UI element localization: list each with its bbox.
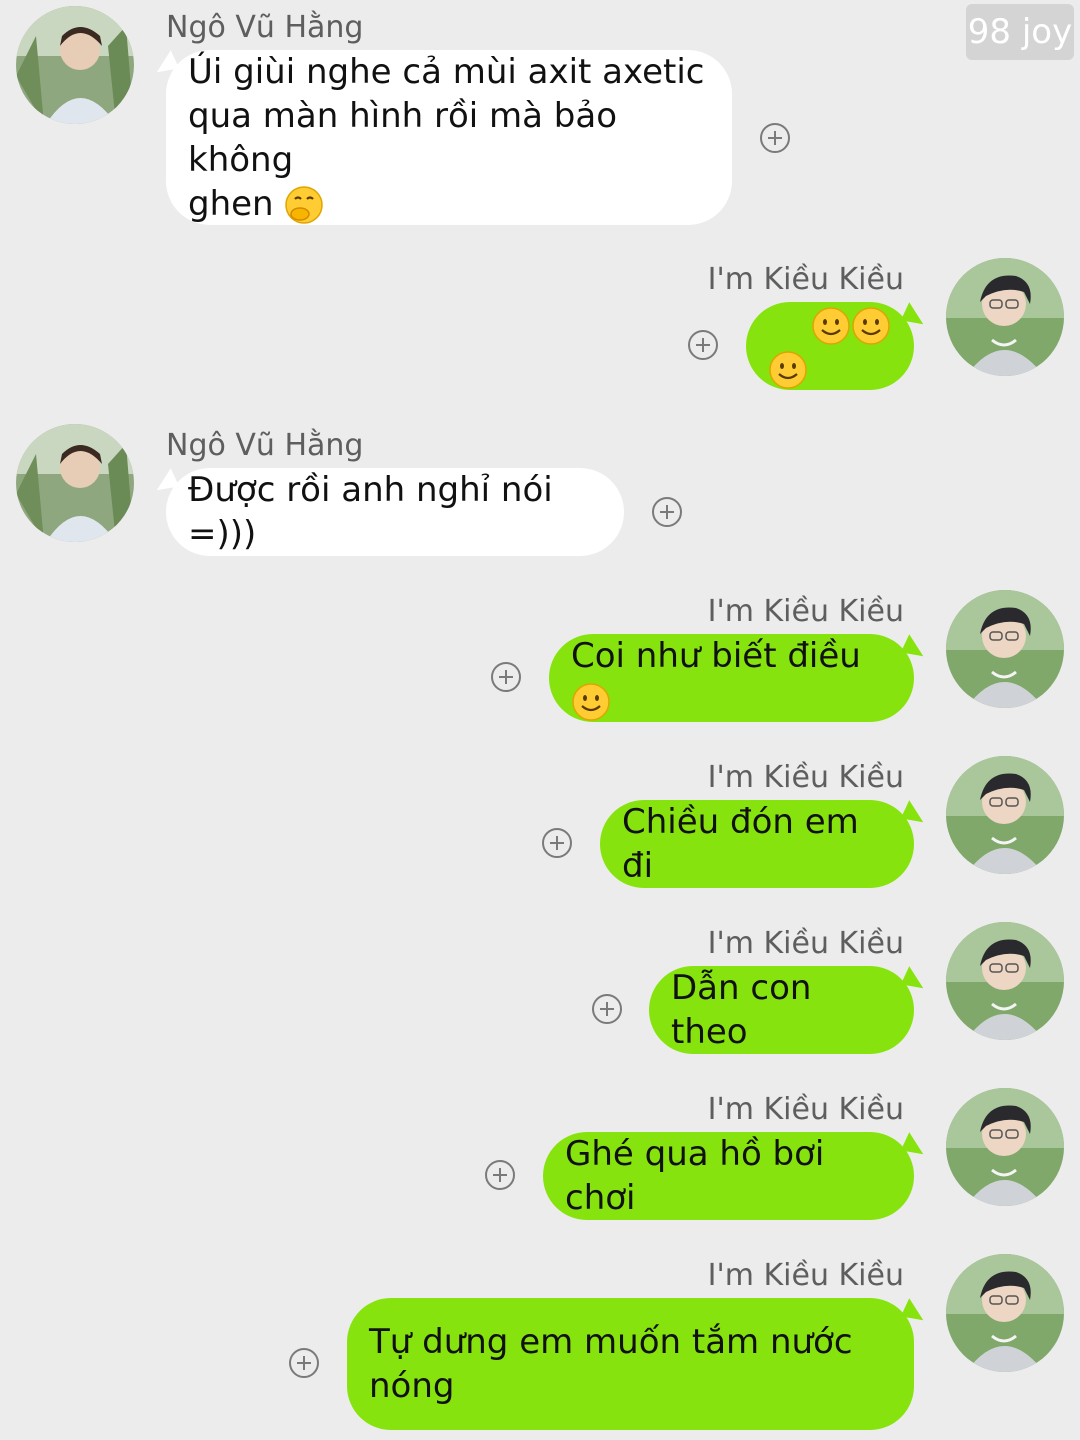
avatar-photo	[16, 6, 134, 124]
add-reaction-button[interactable]	[289, 1348, 319, 1378]
add-reaction-button[interactable]	[652, 497, 682, 527]
avatar-photo	[946, 1088, 1064, 1206]
avatar-im-kieu-kieu[interactable]	[946, 922, 1064, 1040]
avatar-im-kieu-kieu[interactable]	[946, 756, 1064, 874]
message-bubble-outgoing[interactable]	[746, 302, 914, 390]
message-bubble-outgoing[interactable]: Dẫn con theo	[649, 966, 914, 1054]
message-bubble-incoming[interactable]: Được rồi anh nghỉ nói =)))	[166, 468, 624, 556]
add-reaction-button[interactable]	[491, 662, 521, 692]
add-reaction-button[interactable]	[592, 994, 622, 1024]
smiling-face-icon	[768, 350, 808, 390]
add-reaction-button[interactable]	[542, 828, 572, 858]
message-text: Ghé qua hồ bơi chơi	[565, 1134, 836, 1218]
avatar-photo	[946, 258, 1064, 376]
message-text: Được rồi anh nghỉ nói =)))	[188, 470, 564, 554]
face-with-hand-over-mouth-icon	[284, 185, 324, 225]
avatar-im-kieu-kieu[interactable]	[946, 1088, 1064, 1206]
smiling-face-icon	[811, 306, 851, 346]
smiling-face-icon	[851, 306, 891, 346]
message-bubble-outgoing[interactable]: Tự dưng em muốn tắm nước nóng	[347, 1298, 914, 1430]
message-bubble-outgoing[interactable]: Chiều đón em đi	[600, 800, 914, 888]
sender-name: I'm Kiều Kiều	[707, 1092, 904, 1127]
add-reaction-button[interactable]	[760, 123, 790, 153]
avatar-im-kieu-kieu[interactable]	[946, 1254, 1064, 1372]
sender-name: I'm Kiều Kiều	[707, 1258, 904, 1293]
avatar-photo	[946, 590, 1064, 708]
message-text: Chiều đón em đi	[622, 802, 870, 886]
message-bubble-outgoing[interactable]: Ghé qua hồ bơi chơi	[543, 1132, 914, 1220]
avatar-photo	[946, 922, 1064, 1040]
avatar-photo	[946, 1254, 1064, 1372]
avatar-photo	[946, 756, 1064, 874]
sender-name: Ngô Vũ Hằng	[166, 10, 364, 45]
smiling-face-icon	[571, 682, 611, 722]
reaction-counter-badge: 98 joy	[966, 4, 1074, 60]
message-emoji-row	[768, 258, 892, 434]
add-reaction-button[interactable]	[485, 1160, 515, 1190]
message-text: Dẫn con theo	[671, 968, 823, 1052]
message-text: Tự dưng em muốn tắm nước nóng	[369, 1322, 853, 1406]
message-text: Coi như biết điều	[571, 634, 892, 722]
sender-name: I'm Kiều Kiều	[707, 760, 904, 795]
avatar-photo	[16, 424, 134, 542]
add-reaction-button[interactable]	[688, 330, 718, 360]
avatar-im-kieu-kieu[interactable]	[946, 590, 1064, 708]
sender-name: I'm Kiều Kiều	[707, 594, 904, 629]
message-bubble-outgoing[interactable]: Coi như biết điều	[549, 634, 914, 722]
sender-name: Ngô Vũ Hằng	[166, 428, 364, 463]
sender-name: I'm Kiều Kiều	[707, 926, 904, 961]
message-text: Úi giùi nghe cả mùi axit axetic qua màn …	[188, 51, 705, 225]
avatar-ngo-vu-hang[interactable]	[16, 424, 134, 542]
avatar-ngo-vu-hang[interactable]	[16, 6, 134, 124]
message-bubble-incoming[interactable]: Úi giùi nghe cả mùi axit axetic qua màn …	[166, 50, 732, 225]
avatar-im-kieu-kieu[interactable]	[946, 258, 1064, 376]
